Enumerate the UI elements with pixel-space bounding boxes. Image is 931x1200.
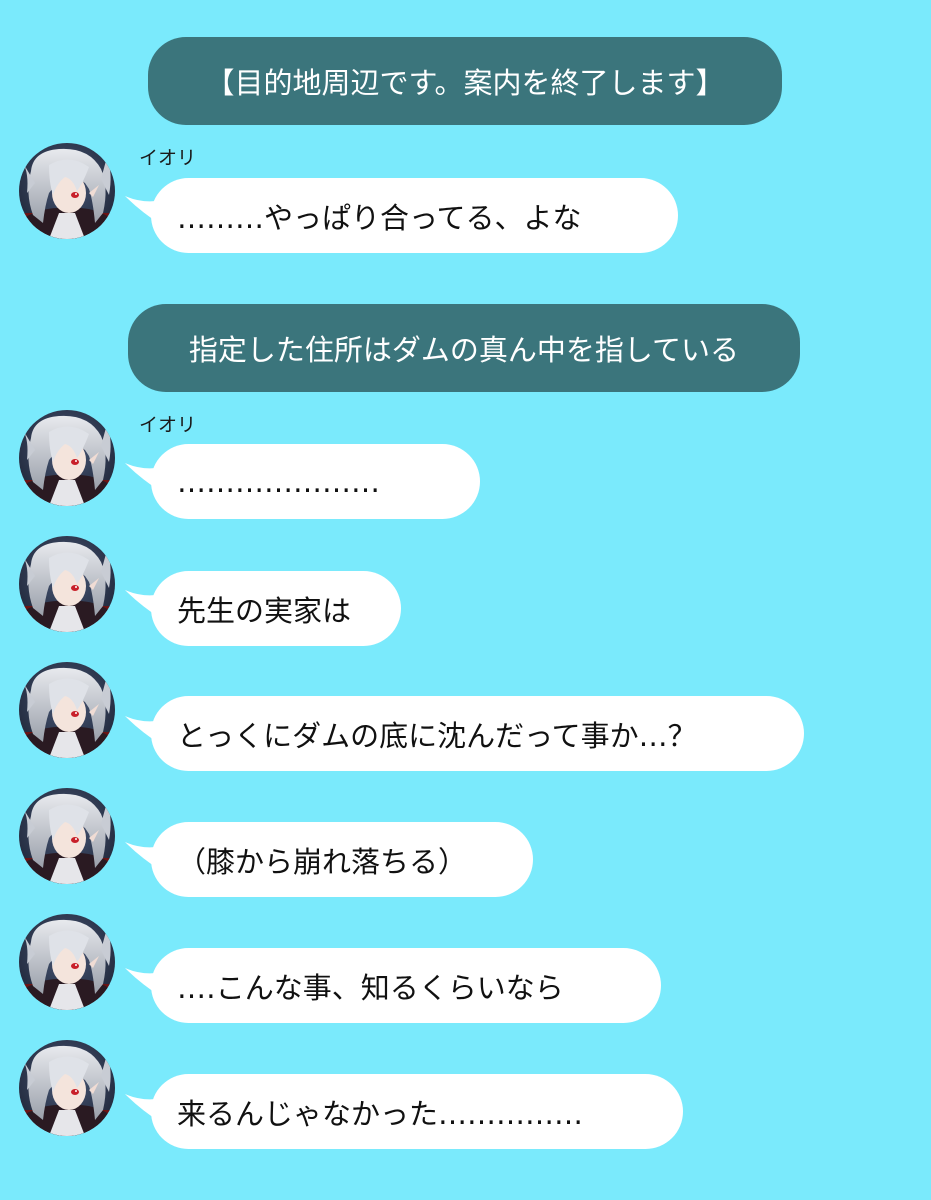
message-bubble: …………………: [151, 444, 480, 519]
avatar[interactable]: [19, 788, 115, 884]
avatar[interactable]: [19, 1040, 115, 1136]
avatar[interactable]: [19, 662, 115, 758]
message-bubble: とっくにダムの底に沈んだって事か…？: [151, 696, 804, 771]
avatar[interactable]: [19, 914, 115, 1010]
message-bubble: 来るんじゃなかった……………: [151, 1074, 683, 1149]
message-bubble: ‥‥こんな事、知るくらいなら: [151, 948, 661, 1023]
system-message: 指定した住所はダムの真ん中を指している: [128, 304, 800, 392]
system-message: 【目的地周辺です。案内を終了します】: [148, 37, 782, 125]
avatar[interactable]: [19, 143, 115, 239]
avatar[interactable]: [19, 536, 115, 632]
chat-area: 【目的地周辺です。案内を終了します】 イオリ ………やっぱり合ってる、よな 指定…: [0, 0, 931, 1200]
sender-name: イオリ: [139, 147, 197, 169]
message-bubble: （膝から崩れ落ちる）: [151, 822, 533, 897]
message-bubble: ………やっぱり合ってる、よな: [151, 178, 678, 253]
sender-name: イオリ: [139, 414, 197, 436]
message-bubble: 先生の実家は: [151, 571, 401, 646]
avatar[interactable]: [19, 410, 115, 506]
